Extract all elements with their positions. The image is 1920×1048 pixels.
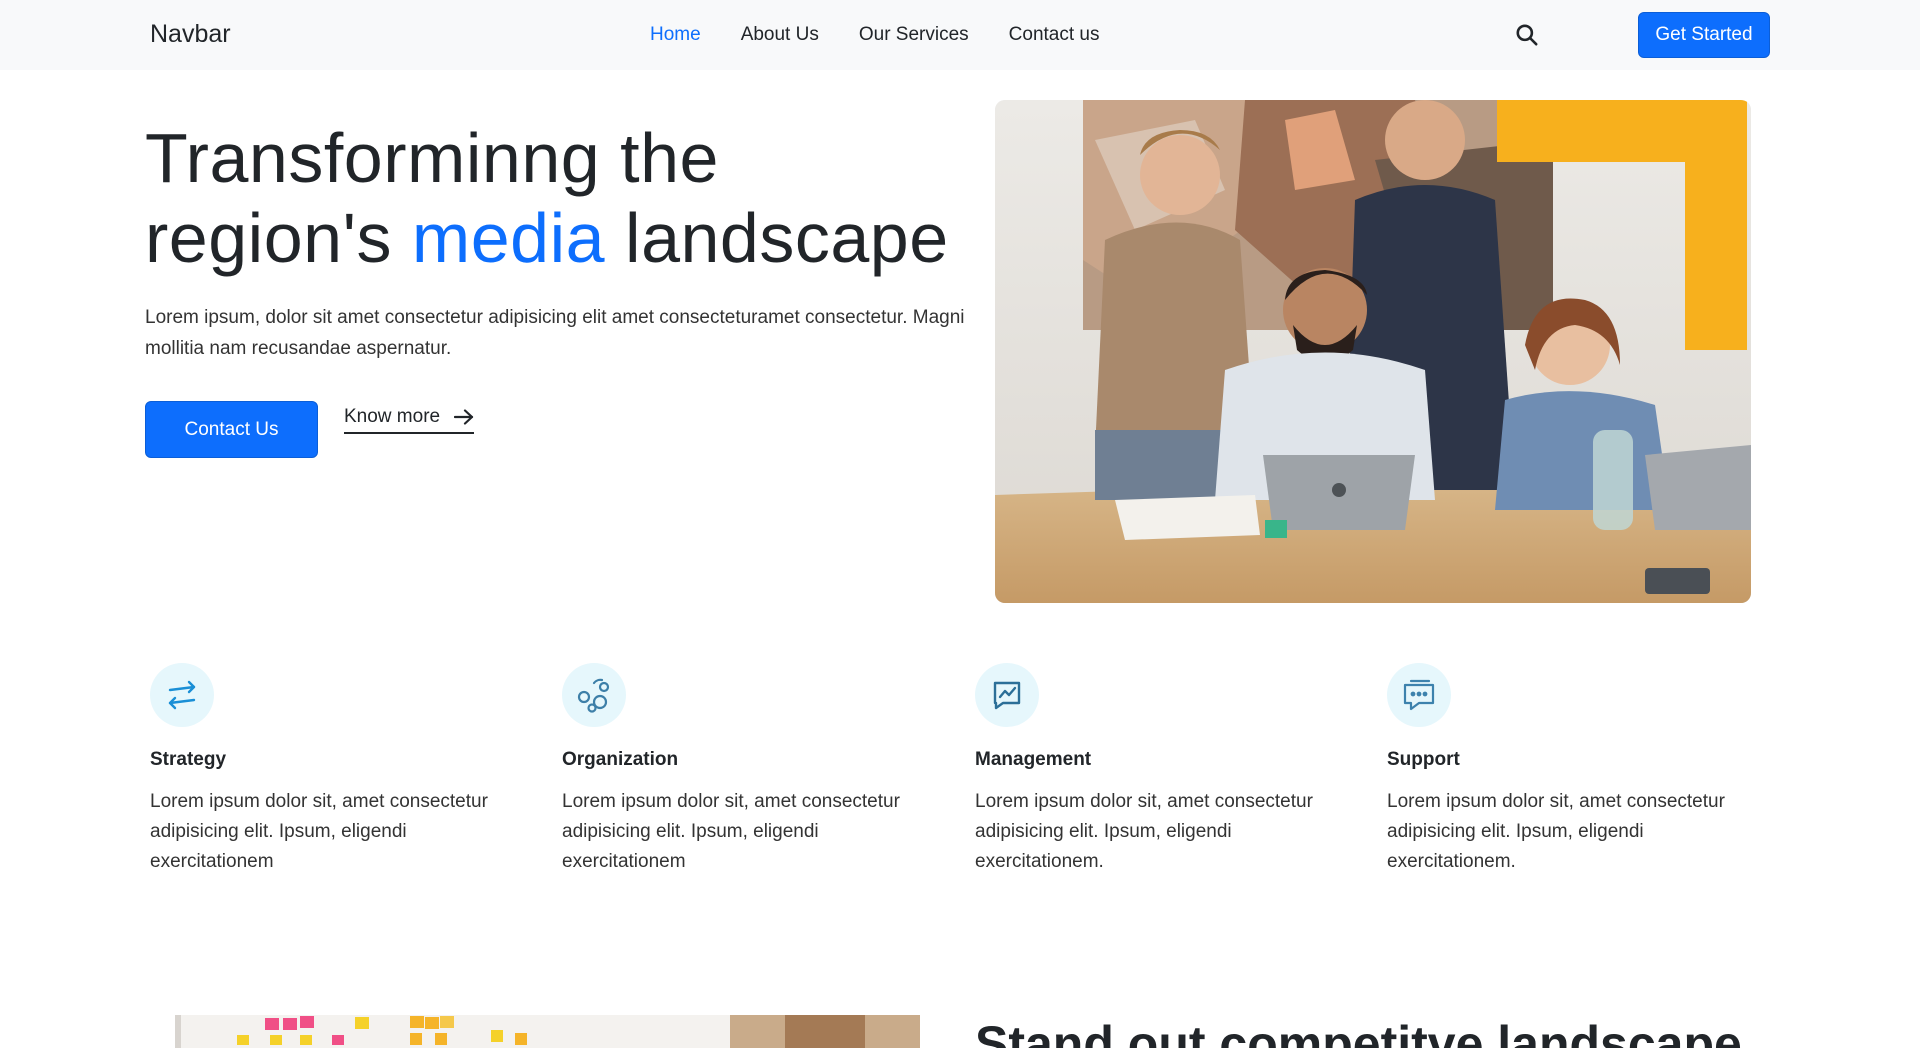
sticky-notes-photo [175,1015,920,1048]
nav-links: Home About Us Our Services Contact us [650,24,1139,46]
chat-dots-icon [1403,679,1435,711]
hero-title-accent: media [411,199,606,277]
hero-team-image [995,100,1751,603]
feature-title: Organization [562,749,679,770]
arrow-right-icon [454,409,474,425]
feature-text: Lorem ipsum dolor sit, amet consectetur … [150,791,488,872]
feature-management: Management Lorem ipsum dolor sit, amet c… [975,663,1355,877]
contact-us-button[interactable]: Contact Us [145,401,318,458]
feature-text: Lorem ipsum dolor sit, amet consectetur … [975,791,1313,872]
get-started-button[interactable]: Get Started [1638,12,1770,58]
bubbles-icon [577,678,610,713]
nav-link-services[interactable]: Our Services [859,24,969,46]
feature-title: Support [1387,749,1460,770]
search-icon[interactable] [1514,22,1540,48]
chart-line-icon [993,681,1021,710]
second-section-title: Stand out competitve landscape [975,1016,1742,1048]
nav-link-about[interactable]: About Us [741,24,819,46]
navbar-brand[interactable]: Navbar [150,20,231,49]
nav-link-home[interactable]: Home [650,24,701,46]
feature-support: Support Lorem ipsum dolor sit, amet cons… [1387,663,1767,877]
hero-title-line1: Transforminng the [145,119,719,197]
second-section-image [175,1015,920,1048]
feature-icon-circle [150,663,214,727]
feature-title: Management [975,749,1092,770]
hero-description: Lorem ipsum, dolor sit amet consectetur … [145,307,965,359]
navbar: Navbar Home About Us Our Services Contac… [0,0,1920,70]
hero-title-line2-post: landscape [605,199,949,277]
know-more-link[interactable]: Know more [344,406,475,434]
arrows-exchange-icon [168,680,196,710]
hero-title: Transforminng the region's media landsca… [145,118,965,278]
feature-icon-circle [1387,663,1451,727]
nav-link-contact[interactable]: Contact us [1009,24,1100,46]
feature-text: Lorem ipsum dolor sit, amet consectetur … [562,791,900,872]
feature-text: Lorem ipsum dolor sit, amet consectetur … [1387,791,1725,872]
feature-title: Strategy [150,749,227,770]
know-more-label: Know more [344,406,441,427]
team-photo-illustration [995,100,1751,603]
feature-organization: Organization Lorem ipsum dolor sit, amet… [562,663,942,877]
feature-strategy: Strategy Lorem ipsum dolor sit, amet con… [150,663,530,877]
hero-title-line2-pre: region's [145,199,412,277]
feature-icon-circle [562,663,626,727]
feature-icon-circle [975,663,1039,727]
